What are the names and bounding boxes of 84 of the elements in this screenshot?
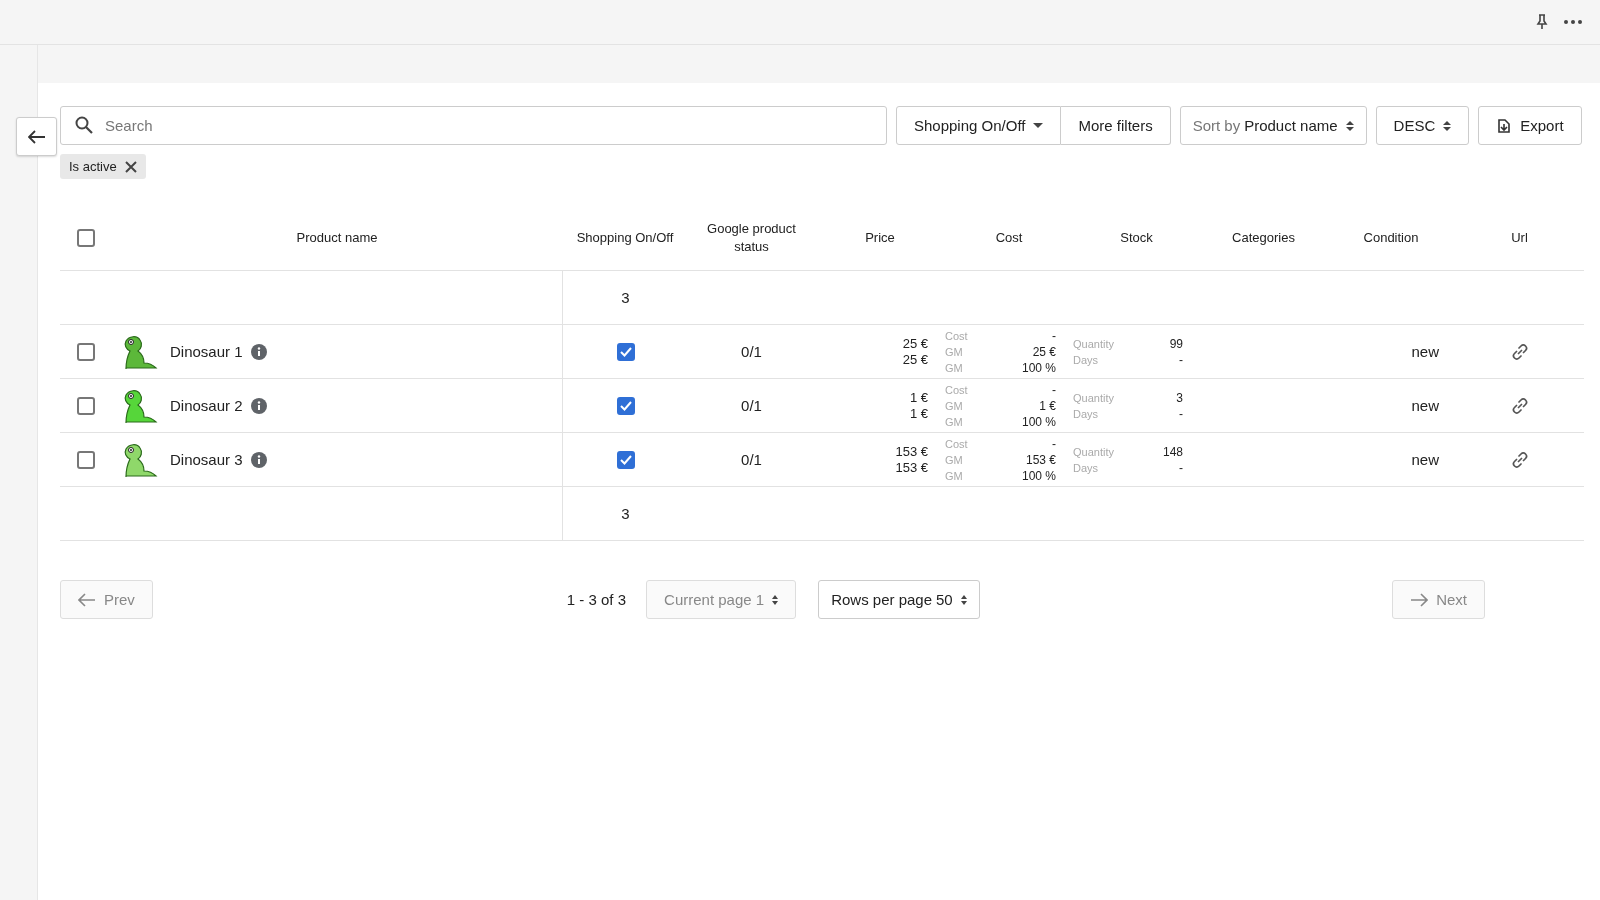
info-icon[interactable] bbox=[250, 343, 267, 360]
column-header[interactable]: Condition bbox=[1327, 206, 1455, 270]
cost-label: GM bbox=[945, 452, 963, 468]
stock-label: Quantity bbox=[1073, 336, 1114, 352]
order-dropdown[interactable]: DESC bbox=[1375, 106, 1470, 145]
cost-label: GM bbox=[945, 360, 963, 376]
table-cell: 0/1 bbox=[741, 451, 762, 468]
column-header[interactable]: Url bbox=[1455, 206, 1584, 270]
arrow-right-icon bbox=[1410, 592, 1429, 607]
stock-value: 99 bbox=[1169, 335, 1183, 352]
summary-count: 3 bbox=[621, 505, 630, 522]
cost-value: 25 € bbox=[1032, 343, 1056, 360]
cost-value: 153 € bbox=[1025, 451, 1056, 468]
stock-value: - bbox=[1179, 405, 1183, 422]
table-cell: 0/1 bbox=[741, 343, 762, 360]
cost-value: 100 % bbox=[1021, 359, 1056, 376]
cost-value: - bbox=[1052, 381, 1056, 398]
cost-label: Cost bbox=[945, 382, 968, 398]
info-icon[interactable] bbox=[250, 451, 267, 468]
condition-value: new bbox=[1411, 343, 1439, 360]
stock-label: Days bbox=[1073, 352, 1099, 368]
price-value: 1 € bbox=[909, 389, 928, 406]
cost-label: GM bbox=[945, 414, 963, 430]
column-header[interactable]: Google product status bbox=[688, 206, 815, 270]
price-value: 25 € bbox=[902, 335, 928, 352]
price-value: 1 € bbox=[909, 405, 928, 422]
cost-value: - bbox=[1052, 327, 1056, 344]
summary-count: 3 bbox=[621, 289, 630, 306]
row-checkbox[interactable] bbox=[77, 342, 95, 361]
shopping-checkbox[interactable] bbox=[616, 450, 635, 469]
shopping-filter-dropdown[interactable]: Shopping On/Off bbox=[896, 106, 1062, 145]
row-checkbox[interactable] bbox=[77, 450, 95, 469]
product-name: Dinosaur 1 bbox=[170, 343, 243, 360]
condition-value: new bbox=[1411, 397, 1439, 414]
column-header[interactable]: Cost bbox=[945, 206, 1073, 270]
cost-label: GM bbox=[945, 398, 963, 414]
stock-value: 3 bbox=[1176, 389, 1183, 406]
product-name: Dinosaur 2 bbox=[170, 397, 243, 414]
filter-chip-label: Is active bbox=[69, 159, 117, 174]
pin-icon[interactable] bbox=[1536, 14, 1548, 30]
export-icon bbox=[1496, 117, 1513, 134]
rows-per-page-dropdown[interactable]: Rows per page 50 bbox=[818, 580, 980, 619]
export-button[interactable]: Export bbox=[1478, 106, 1582, 145]
stock-label: Quantity bbox=[1073, 444, 1114, 460]
sort-dropdown[interactable]: Sort by Product name bbox=[1179, 106, 1367, 145]
page-range: 1 - 3 of 3 bbox=[566, 591, 627, 608]
stock-value: - bbox=[1179, 459, 1183, 476]
stock-value: 148 bbox=[1162, 443, 1183, 460]
cost-label: Cost bbox=[945, 328, 968, 344]
column-header[interactable]: Stock bbox=[1073, 206, 1200, 270]
arrow-left-icon bbox=[27, 129, 46, 144]
cost-value: 100 % bbox=[1021, 467, 1056, 484]
row-checkbox[interactable] bbox=[77, 396, 95, 415]
arrow-left-icon bbox=[78, 592, 96, 607]
column-header[interactable]: Price bbox=[815, 206, 945, 270]
price-value: 25 € bbox=[902, 351, 928, 368]
search-icon bbox=[75, 116, 93, 134]
price-value: 153 € bbox=[895, 459, 928, 476]
cost-value: 1 € bbox=[1039, 397, 1056, 414]
more-icon[interactable] bbox=[1564, 20, 1582, 24]
close-icon[interactable] bbox=[124, 160, 137, 173]
cost-value: 100 % bbox=[1021, 413, 1056, 430]
table-cell: 0/1 bbox=[741, 397, 762, 414]
stock-label: Days bbox=[1073, 406, 1099, 422]
search-field[interactable]: Search bbox=[60, 106, 887, 145]
stock-value: - bbox=[1179, 351, 1183, 368]
condition-value: new bbox=[1411, 451, 1439, 468]
stock-label: Days bbox=[1073, 460, 1099, 476]
info-icon[interactable] bbox=[250, 397, 267, 414]
select-all-checkbox[interactable] bbox=[77, 229, 95, 247]
shopping-checkbox[interactable] bbox=[616, 342, 635, 361]
more-filters-button[interactable]: More filters bbox=[1061, 106, 1171, 145]
product-name: Dinosaur 3 bbox=[170, 451, 243, 468]
column-header[interactable]: Product name bbox=[112, 206, 562, 270]
cost-label: GM bbox=[945, 468, 963, 484]
stock-label: Quantity bbox=[1073, 390, 1114, 406]
back-button[interactable] bbox=[16, 117, 57, 156]
shopping-checkbox[interactable] bbox=[616, 396, 635, 415]
cost-label: GM bbox=[945, 344, 963, 360]
price-value: 153 € bbox=[895, 443, 928, 460]
column-header[interactable]: Categories bbox=[1200, 206, 1327, 270]
cost-label: Cost bbox=[945, 436, 968, 452]
column-header[interactable]: Shopping On/Off bbox=[562, 206, 688, 270]
cost-value: - bbox=[1052, 435, 1056, 452]
